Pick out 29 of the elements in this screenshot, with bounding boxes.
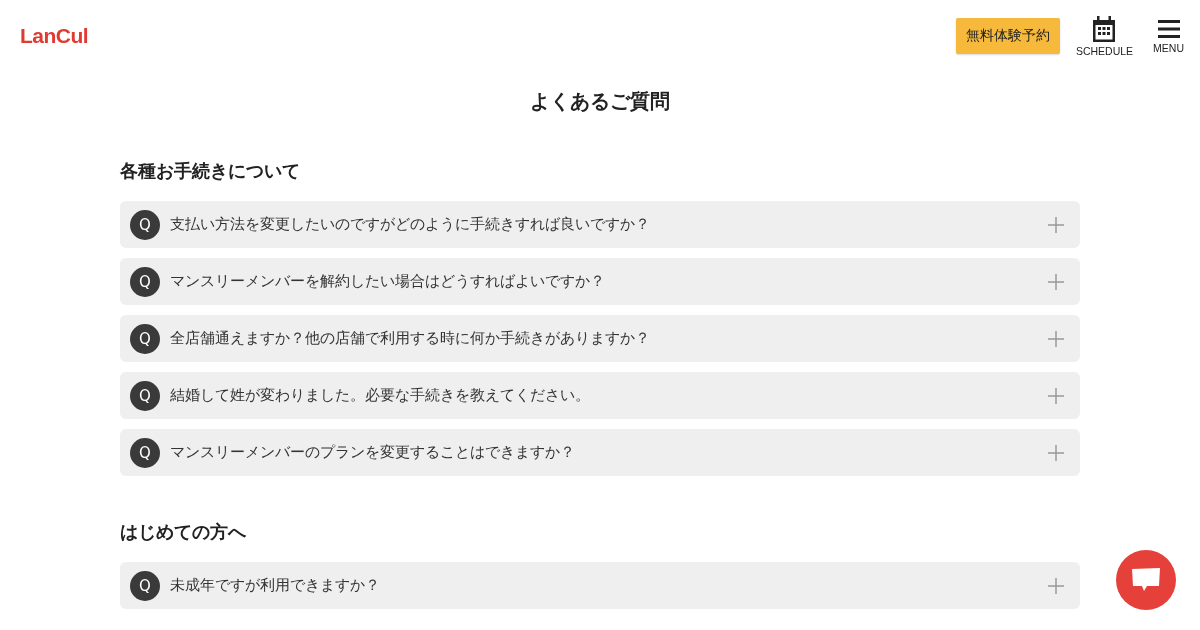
page-title: よくあるご質問 — [529, 88, 671, 115]
question-text: 支払い方法を変更したいのですがどのように手続きすれば良いですか？ — [170, 215, 651, 234]
question-text: マンスリーメンバーのプランを変更することはできますか？ — [170, 443, 576, 462]
menu-icon — [1157, 18, 1180, 39]
q-badge: Q — [130, 209, 160, 240]
faq-item[interactable]: Q 全店舗通えますか？他の店舗で利用する時に何か手続きがありますか？ — [120, 315, 1080, 362]
q-badge: Q — [130, 437, 160, 468]
question-text: 結婚して姓が変わりました。必要な手続きを教えてください。 — [170, 386, 591, 405]
faq-item[interactable]: Q 未成年ですが利用できますか？ — [120, 562, 1080, 609]
calendar-icon — [1092, 15, 1117, 42]
section-heading: はじめての方へ — [120, 520, 247, 544]
q-badge: Q — [130, 323, 160, 354]
faq-item[interactable]: Q マンスリーメンバーのプランを変更することはできますか？ — [120, 429, 1080, 476]
trial-booking-button[interactable]: 無料体験予約 — [955, 18, 1060, 54]
question-text: マンスリーメンバーを解約したい場合はどうすればよいですか？ — [170, 272, 606, 291]
faq-item[interactable]: Q 支払い方法を変更したいのですがどのように手続きすれば良いですか？ — [120, 201, 1080, 248]
menu-button[interactable]: MENU — [1153, 18, 1184, 54]
q-badge: Q — [130, 570, 160, 601]
chat-button[interactable] — [1116, 550, 1176, 610]
faq-item[interactable]: Q マンスリーメンバーを解約したい場合はどうすればよいですか？ — [120, 258, 1080, 305]
q-badge: Q — [130, 266, 160, 297]
chat-icon — [1131, 567, 1161, 593]
faq-item[interactable]: Q 結婚して姓が変わりました。必要な手続きを教えてください。 — [120, 372, 1080, 419]
q-badge: Q — [130, 380, 160, 411]
section-heading: 各種お手続きについて — [120, 159, 301, 183]
schedule-button[interactable]: SCHEDULE — [1075, 15, 1134, 57]
question-text: 全店舗通えますか？他の店舗で利用する時に何か手続きがありますか？ — [170, 329, 651, 348]
logo[interactable]: LanCul — [20, 24, 89, 48]
question-text: 未成年ですが利用できますか？ — [170, 576, 381, 595]
